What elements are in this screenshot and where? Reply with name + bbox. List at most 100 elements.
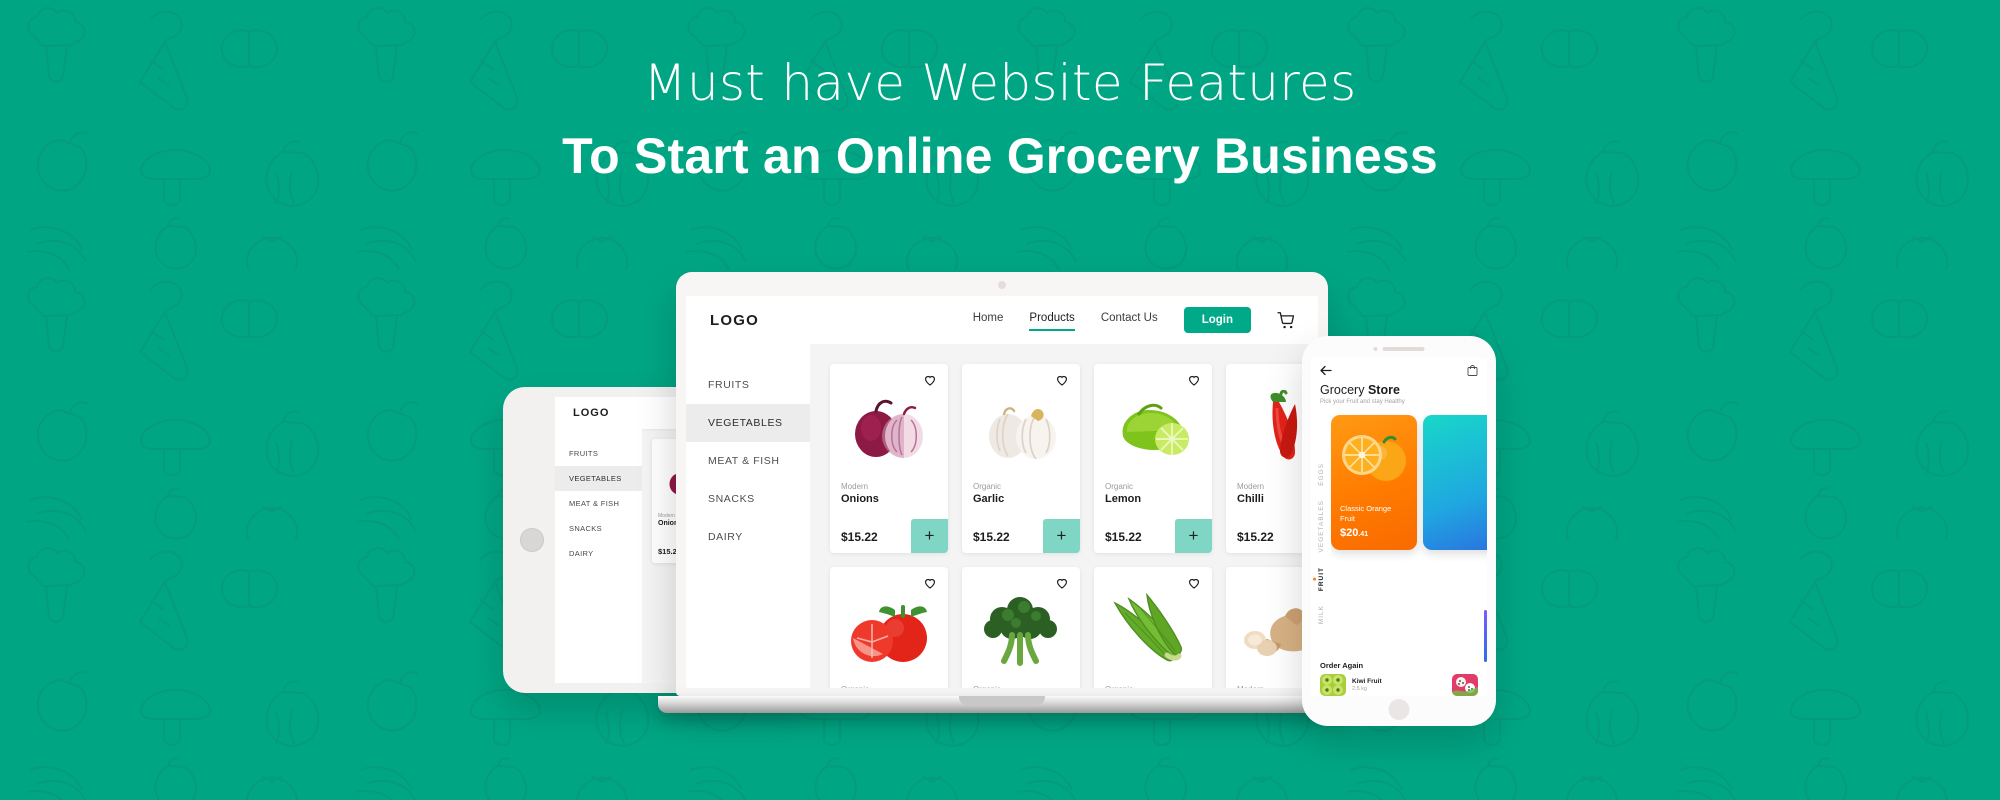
shopping-bag-icon[interactable] <box>1467 365 1478 376</box>
product-subtitle: Organic <box>1105 685 1201 688</box>
tablet-home-button[interactable] <box>520 528 544 552</box>
phone-product-name: Classic Orange Fruit <box>1340 504 1392 523</box>
favorite-heart-icon[interactable] <box>1055 576 1069 590</box>
product-meta: Organic Tomoto <box>830 679 948 688</box>
phone-featured-cards: Classic Orange Fruit $20.41 <box>1331 413 1487 654</box>
product-meta: Organic LadyFinger <box>1094 679 1212 688</box>
price-cents: .41 <box>1358 531 1369 538</box>
headline-block: Must have Website Features To Start an O… <box>0 54 2000 186</box>
price-main: $20 <box>1340 527 1359 539</box>
product-price: $15.22 <box>1105 530 1142 544</box>
shopping-cart-icon[interactable] <box>1277 311 1296 329</box>
product-price: $15.22 <box>841 530 878 544</box>
sidebar-item-vegetables[interactable]: VEGETABLES <box>686 404 810 442</box>
phone-mockup: Grocery Store Pick your Fruit and stay H… <box>1302 336 1496 726</box>
phone-tab-vegetables[interactable]: VEGETABLES <box>1318 500 1325 553</box>
category-sidebar: FRUITS VEGETABLES MEAT & FISH SNACKS DAI… <box>686 344 810 688</box>
phone-tab-eggs[interactable]: EGGS <box>1318 463 1325 486</box>
sidebar-item-meat-fish[interactable]: MEAT & FISH <box>686 442 810 480</box>
laptop-camera-icon <box>998 281 1006 289</box>
tablet-sidebar-item-dairy[interactable]: DAIRY <box>555 541 642 566</box>
nav-link-home[interactable]: Home <box>973 312 1004 329</box>
laptop-screen: LOGO Home Products Contact Us Login FRUI… <box>686 296 1318 688</box>
add-to-cart-button[interactable]: + <box>911 519 948 553</box>
phone-subtitle: Pick your Fruit and stay Healthy <box>1320 399 1405 405</box>
product-name: Onions <box>841 493 879 505</box>
sidebar-item-dairy[interactable]: DAIRY <box>686 518 810 556</box>
arrow-left-icon[interactable] <box>1320 365 1332 376</box>
add-to-cart-button[interactable]: + <box>1175 519 1212 553</box>
phone-header-row <box>1320 365 1478 376</box>
phone-product-price: $20.41 <box>1340 527 1408 539</box>
phone-order-again-row[interactable]: Kiwi Fruit 2.5 kg <box>1311 674 1487 696</box>
site-logo[interactable]: LOGO <box>710 312 759 329</box>
nav-link-contact-us[interactable]: Contact Us <box>1101 312 1158 329</box>
orange-fruit-image <box>1331 429 1417 483</box>
lemon-illustration <box>1122 403 1189 455</box>
catalog-body: FRUITS VEGETABLES MEAT & FISH SNACKS DAI… <box>686 344 1318 688</box>
sidebar-item-fruits[interactable]: FRUITS <box>686 366 810 404</box>
phone-header: Grocery Store Pick your Fruit and stay H… <box>1311 358 1487 405</box>
tablet-logo: LOGO <box>573 407 610 419</box>
phone-product-card-next[interactable] <box>1423 415 1487 550</box>
navbar-links: Home Products Contact Us Login <box>973 307 1296 333</box>
kiwi-illustration <box>1320 674 1346 696</box>
phone-camera-icon <box>1373 347 1378 351</box>
product-card[interactable]: Organic LadyFinger $15.22 + <box>1094 567 1212 688</box>
product-card[interactable]: Organic Broccoli $15.22 + <box>962 567 1080 688</box>
phone-screen: Grocery Store Pick your Fruit and stay H… <box>1311 358 1487 696</box>
favorite-heart-icon[interactable] <box>1055 373 1069 387</box>
orange-illustration <box>1342 435 1406 481</box>
add-to-cart-button[interactable]: + <box>1043 519 1080 553</box>
phone-order-again-section: Order Again Kiwi Fruit 2.5 kg <box>1311 654 1487 696</box>
phone-home-button[interactable] <box>1388 699 1410 720</box>
login-button[interactable]: Login <box>1183 307 1251 333</box>
tablet-sidebar-item-meat-fish[interactable]: MEAT & FISH <box>555 491 642 516</box>
favorite-heart-icon[interactable] <box>923 576 937 590</box>
price-row: $15.22 + <box>1094 519 1212 553</box>
dragonfruit-thumbnail <box>1452 674 1478 696</box>
laptop-mockup: LOGO Home Products Contact Us Login FRUI… <box>658 272 1346 722</box>
phone-tab-milk[interactable]: MILK <box>1318 605 1325 624</box>
product-card[interactable]: Organic Tomoto $15.22 + <box>830 567 948 688</box>
broccoli-illustration <box>984 597 1057 666</box>
tablet-sidebar-item-snacks[interactable]: SNACKS <box>555 516 642 541</box>
product-subtitle: Organic <box>1105 482 1134 491</box>
product-meta: Organic Lemon <box>1094 476 1212 505</box>
phone-accent-bar <box>1484 610 1487 662</box>
product-meta: Organic Broccoli <box>962 679 1080 688</box>
favorite-heart-icon[interactable] <box>1187 576 1201 590</box>
phone-page-title: Grocery Store <box>1320 383 1478 397</box>
kiwi-thumbnail <box>1320 674 1346 696</box>
phone-order-item-qty: 2.5 kg <box>1352 686 1367 692</box>
product-meta: Organic Garlic <box>962 476 1080 505</box>
tablet-sidebar-item-vegetables[interactable]: VEGETABLES <box>555 466 642 491</box>
phone-product-card-orange[interactable]: Classic Orange Fruit $20.41 <box>1331 415 1417 550</box>
favorite-heart-icon[interactable] <box>923 373 937 387</box>
phone-speaker-grille <box>1373 347 1425 351</box>
phone-order-meta: Kiwi Fruit 2.5 kg <box>1352 678 1446 692</box>
favorite-heart-icon[interactable] <box>1187 373 1201 387</box>
product-card[interactable]: Organic Garlic $15.22 + <box>962 364 1080 553</box>
product-subtitle: Organic <box>973 482 1002 491</box>
ladyfinger-illustration <box>1113 593 1183 662</box>
product-grid: Modern Onions $15.22 + Organic Garlic $1… <box>810 344 1318 688</box>
nav-link-products[interactable]: Products <box>1029 312 1076 331</box>
price-row: $15.22 + <box>830 519 948 553</box>
sidebar-item-snacks[interactable]: SNACKS <box>686 480 810 518</box>
laptop-lid: LOGO Home Products Contact Us Login FRUI… <box>676 272 1328 696</box>
product-subtitle: Organic <box>973 685 1069 688</box>
headline-line-1: Must have Website Features <box>643 54 1357 112</box>
laptop-base <box>658 696 1346 713</box>
price-row: $15.22 + <box>962 519 1080 553</box>
phone-main: MILK FRUIT VEGETABLES EGGS Classic Orang… <box>1311 413 1487 654</box>
phone-tab-fruit[interactable]: FRUIT <box>1318 567 1325 591</box>
site-navbar: LOGO Home Products Contact Us Login <box>686 296 1318 344</box>
product-card[interactable]: Organic Lemon $15.22 + <box>1094 364 1212 553</box>
garlic-illustration <box>989 407 1056 460</box>
phone-order-item-name: Kiwi Fruit <box>1352 678 1382 685</box>
tablet-sidebar-item-fruits[interactable]: FRUITS <box>555 441 642 466</box>
onion-illustration <box>855 399 923 458</box>
phone-title-bold: Store <box>1367 383 1400 397</box>
product-card[interactable]: Modern Onions $15.22 + <box>830 364 948 553</box>
